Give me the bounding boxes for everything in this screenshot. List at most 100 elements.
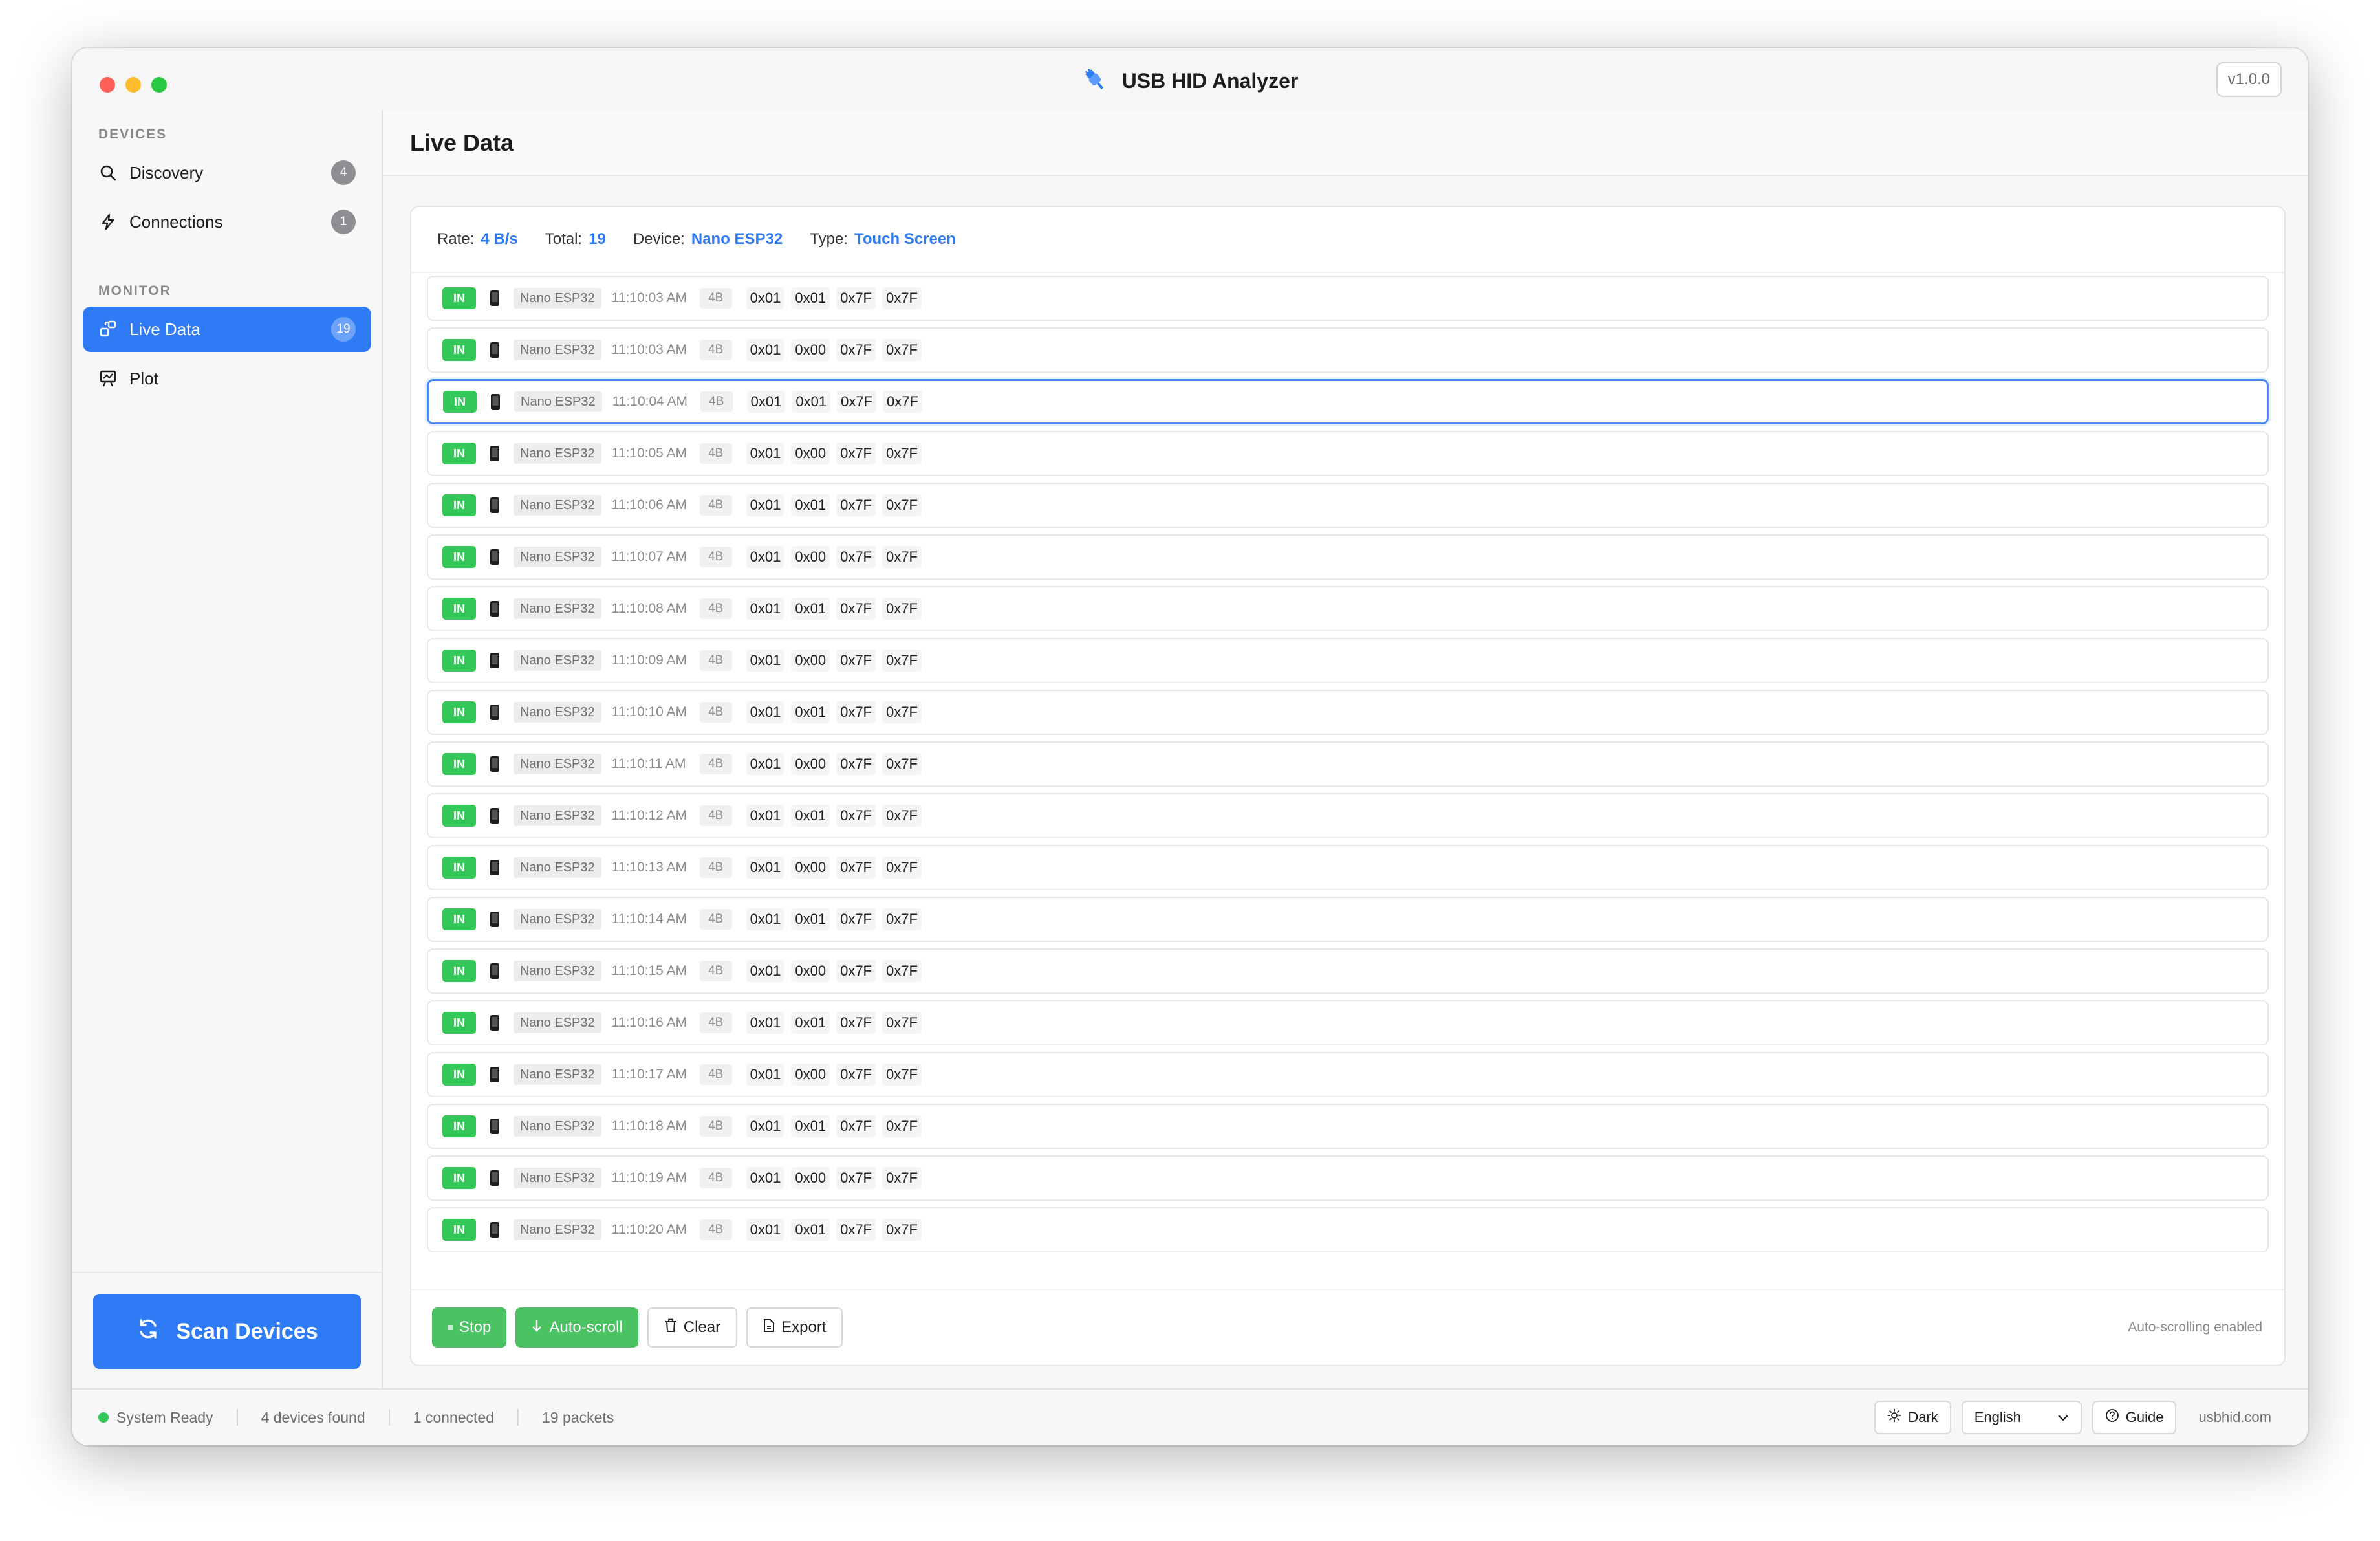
timestamp: 11:10:16 AM [611,1015,687,1030]
byte-value: 0x7F [836,805,876,827]
byte-value: 0x7F [882,287,922,309]
arrow-down-icon [531,1318,543,1337]
timestamp: 11:10:10 AM [611,705,687,719]
timestamp: 11:10:18 AM [611,1119,687,1133]
system-status: System Ready [116,1408,213,1426]
packet-row[interactable]: IN Nano ESP32 11:10:11 AM 4B 0x01 0x00 0x7F 0x7… [427,741,2269,787]
byte-value: 0x7F [882,598,922,620]
auto-scroll-button[interactable]: Auto-scroll [515,1307,638,1348]
packet-row[interactable]: IN Nano ESP32 11:10:14 AM 4B 0x01 0x01 0x7F 0x7… [427,897,2269,942]
packet-size: 4B [699,1064,732,1085]
byte-value: 0x00 [791,1167,830,1189]
packet-row[interactable]: IN Nano ESP32 11:10:03 AM 4B 0x01 0x01 0x7F 0x7… [427,276,2269,321]
app-title: USB HID Analyzer [1121,69,1299,93]
byte-value: 0x7F [836,598,876,620]
byte-list: 0x01 0x00 0x7F 0x7F [746,339,922,361]
byte-value: 0x01 [746,494,785,516]
sidebar-item-discovery[interactable]: Discovery 4 [83,150,371,195]
packet-size: 4B [699,288,732,309]
packet-row[interactable]: IN Nano ESP32 11:10:12 AM 4B 0x01 0x01 0x7F 0x7… [427,793,2269,838]
theme-toggle-button[interactable]: Dark [1874,1401,1951,1434]
stat-value: Touch Screen [854,230,956,248]
packet-row[interactable]: IN Nano ESP32 11:10:10 AM 4B 0x01 0x01 0x7F 0x7… [427,690,2269,735]
stop-icon [448,1325,453,1330]
device-name-tag: Nano ESP32 [514,1116,601,1137]
devices-found: 4 devices found [261,1408,365,1426]
timestamp: 11:10:20 AM [611,1222,687,1237]
packet-size: 4B [699,1168,732,1188]
device-name-tag: Nano ESP32 [514,443,601,464]
byte-value: 0x00 [791,1064,830,1086]
byte-value: 0x7F [882,494,922,516]
website-link[interactable]: usbhid.com [2198,1409,2271,1426]
sidebar-item-connections[interactable]: Connections 1 [83,199,371,245]
byte-value: 0x7F [836,960,876,982]
panel-footer: Stop Auto-scroll Clear Export Auto-scrol… [411,1289,2284,1365]
sun-icon [1887,1408,1901,1426]
byte-value: 0x00 [791,546,830,568]
byte-value: 0x7F [836,1012,876,1034]
packet-row[interactable]: IN Nano ESP32 11:10:16 AM 4B 0x01 0x01 0x7F 0x7… [427,1000,2269,1045]
device-name-tag: Nano ESP32 [514,1064,601,1085]
byte-value: 0x7F [836,908,876,930]
device-name-tag: Nano ESP32 [514,754,601,774]
device-icon [486,494,503,516]
packet-row[interactable]: IN Nano ESP32 11:10:18 AM 4B 0x01 0x01 0x7F 0x7… [427,1104,2269,1149]
device-name-tag: Nano ESP32 [514,1219,601,1240]
byte-value: 0x01 [746,857,785,879]
byte-value: 0x01 [746,805,785,827]
packet-list[interactable]: IN Nano ESP32 11:10:03 AM 4B 0x01 0x01 0x7F 0x7… [427,276,2269,1259]
packet-row[interactable]: IN Nano ESP32 11:10:05 AM 4B 0x01 0x00 0x7F 0x7… [427,431,2269,476]
packet-row[interactable]: IN Nano ESP32 11:10:15 AM 4B 0x01 0x00 0x7F 0x7… [427,948,2269,994]
clear-button[interactable]: Clear [647,1307,738,1348]
stats-bar: Rate: 4 B/s Total: 19 Device: Nano ESP32 Ty… [411,207,2284,273]
byte-value: 0x7F [882,1167,922,1189]
byte-value: 0x7F [882,753,922,775]
timestamp: 11:10:09 AM [611,653,687,668]
connected-count: 1 connected [413,1408,495,1426]
search-icon [98,163,118,182]
byte-value: 0x00 [791,339,830,361]
scan-devices-button[interactable]: Scan Devices [93,1294,361,1369]
packet-size: 4B [699,754,732,774]
sidebar-item-live-data[interactable]: Live Data 19 [83,307,371,352]
usb-plug-icon [1082,67,1108,96]
status-bar: System Ready 4 devices found 1 connected… [72,1388,2308,1445]
packet-row[interactable]: IN Nano ESP32 11:10:07 AM 4B 0x01 0x00 0x7F 0x7… [427,534,2269,580]
scan-devices-label: Scan Devices [176,1318,318,1344]
packet-row[interactable]: IN Nano ESP32 11:10:19 AM 4B 0x01 0x00 0x7F 0x7… [427,1155,2269,1201]
byte-value: 0x01 [746,1167,785,1189]
timestamp: 11:10:11 AM [611,756,686,771]
byte-value: 0x01 [746,1219,785,1241]
byte-value: 0x01 [746,598,785,620]
byte-value: 0x7F [882,908,922,930]
byte-value: 0x01 [791,1115,830,1137]
packet-row[interactable]: IN Nano ESP32 11:10:06 AM 4B 0x01 0x01 0x7F 0x7… [427,483,2269,528]
byte-value: 0x01 [746,701,785,723]
auto-scroll-status: Auto-scrolling enabled [2128,1320,2262,1335]
version-badge[interactable]: v1.0.0 [2216,62,2282,97]
packet-row[interactable]: IN Nano ESP32 11:10:04 AM 4B 0x01 0x01 0x7F 0x7… [427,379,2269,424]
packet-row[interactable]: IN Nano ESP32 11:10:17 AM 4B 0x01 0x00 0x7F 0x7… [427,1052,2269,1097]
export-button[interactable]: Export [746,1307,843,1348]
sidebar-item-plot[interactable]: Plot [83,356,371,401]
byte-value: 0x7F [882,339,922,361]
direction-badge: IN [442,960,476,982]
stat-label: Device: [633,230,685,248]
packet-row[interactable]: IN Nano ESP32 11:10:09 AM 4B 0x01 0x00 0x7F 0x7… [427,638,2269,683]
byte-value: 0x7F [882,1012,922,1034]
packet-row[interactable]: IN Nano ESP32 11:10:03 AM 4B 0x01 0x00 0x7F 0x7… [427,327,2269,373]
stop-button[interactable]: Stop [432,1307,507,1348]
main-content: Live Data Rate: 4 B/s Total: 19 Device: Nan… [383,110,2308,1390]
guide-button[interactable]: Guide [2092,1401,2177,1434]
byte-value: 0x7F [882,443,922,464]
packet-row[interactable]: IN Nano ESP32 11:10:20 AM 4B 0x01 0x01 0x7F 0x7… [427,1207,2269,1252]
device-icon [486,546,503,568]
packet-row[interactable]: IN Nano ESP32 11:10:13 AM 4B 0x01 0x00 0x7F 0x7… [427,845,2269,890]
timestamp: 11:10:03 AM [611,342,687,357]
language-select[interactable]: English [1961,1401,2082,1434]
packet-row[interactable]: IN Nano ESP32 11:10:08 AM 4B 0x01 0x01 0x7F 0x7… [427,586,2269,631]
device-name-tag: Nano ESP32 [514,961,601,981]
byte-value: 0x7F [836,753,876,775]
device-icon [486,701,503,723]
